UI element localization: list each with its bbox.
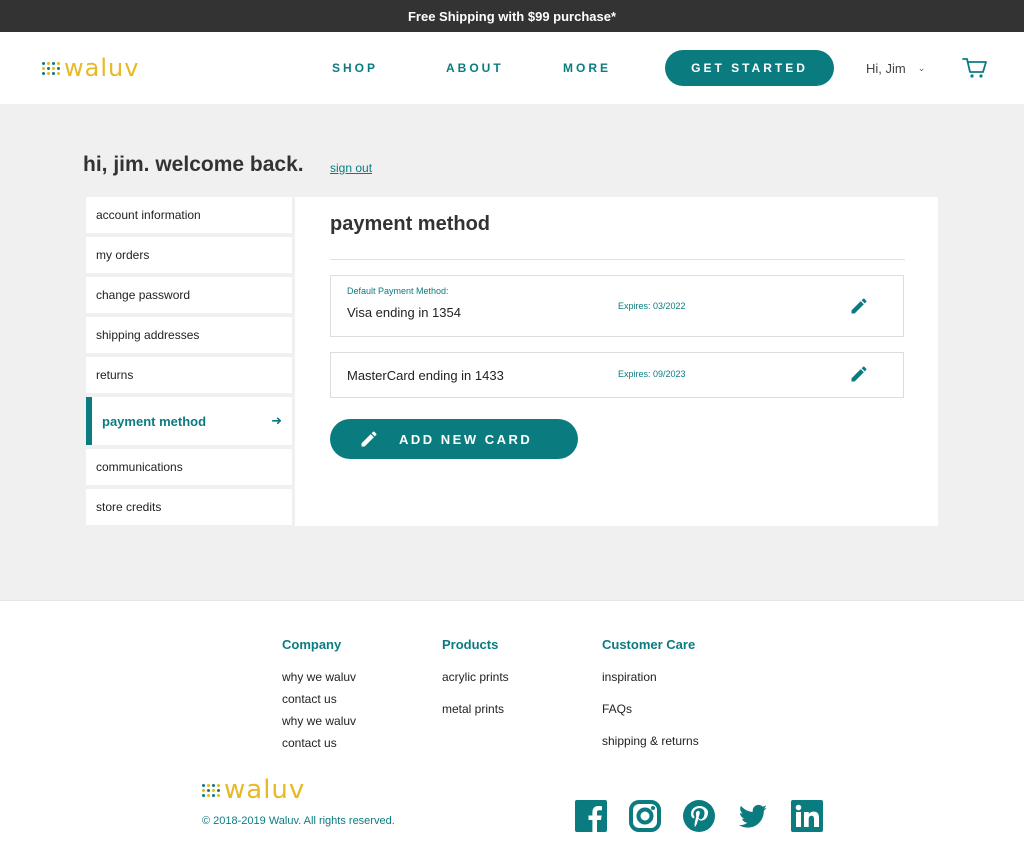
user-greeting: Hi, Jim [866, 61, 906, 76]
payment-panel: payment method Default Payment Method: V… [295, 197, 938, 526]
chevron-down-icon: ⌄ [917, 63, 926, 73]
sidebar-item-label: store credits [96, 500, 162, 514]
site-header: waluv SHOP ABOUT MORE GET STARTED Hi, Ji… [0, 32, 1024, 104]
nav-more[interactable]: MORE [563, 61, 611, 75]
linkedin-icon[interactable] [791, 800, 823, 832]
sidebar-item-label: payment method [102, 413, 207, 429]
sidebar-item-label: returns [96, 368, 134, 382]
pencil-icon[interactable] [849, 296, 869, 316]
sidebar-item-label: change password [96, 288, 191, 302]
card-row: MasterCard ending in 1433 Expires: 09/20… [330, 352, 904, 398]
footer-link[interactable]: contact us [282, 736, 356, 750]
twitter-icon[interactable] [737, 800, 769, 832]
pinterest-icon[interactable] [683, 800, 715, 832]
nav-shop[interactable]: SHOP [332, 61, 378, 75]
site-footer: Company why we waluv contact us why we w… [0, 600, 1024, 854]
footer-heading: Customer Care [602, 637, 696, 652]
copyright-text: © 2018-2019 Waluv. All rights reserved. [202, 815, 395, 827]
pencil-icon[interactable] [849, 364, 869, 384]
footer-link[interactable]: acrylic prints [442, 670, 509, 684]
footer-heading: Products [442, 637, 499, 652]
sidebar-item-account-information[interactable]: account information [86, 197, 292, 233]
cart-icon[interactable] [962, 57, 988, 79]
get-started-button[interactable]: GET STARTED [665, 50, 834, 86]
add-card-label: ADD NEW CARD [399, 431, 533, 447]
footer-column-products: Products acrylic prints metal prints [442, 637, 509, 716]
footer-link[interactable]: FAQs [602, 702, 699, 716]
card-expiry: Expires: 03/2022 [618, 301, 686, 311]
sidebar-item-label: communications [96, 460, 183, 474]
pencil-icon [361, 431, 377, 447]
footer-column-company: Company why we waluv contact us why we w… [282, 637, 356, 750]
logo-wordmark: waluv [224, 775, 306, 805]
card-name: Visa ending in 1354 [347, 305, 461, 320]
sidebar-item-shipping-addresses[interactable]: shipping addresses [86, 317, 292, 353]
sidebar-item-label: shipping addresses [96, 328, 200, 342]
user-menu[interactable]: Hi, Jim ⌄ [866, 61, 925, 76]
footer-link[interactable]: why we waluv [282, 670, 356, 684]
page-title: payment method [330, 213, 491, 235]
footer-heading: Company [282, 637, 342, 652]
promo-banner: Free Shipping with $99 purchase* [0, 0, 1024, 32]
sign-out-link[interactable]: sign out [330, 161, 372, 175]
logo-dots-icon [42, 61, 60, 75]
sidebar-item-communications[interactable]: communications [86, 449, 292, 485]
sidebar-item-returns[interactable]: returns [86, 357, 292, 393]
card-row-default: Default Payment Method: Visa ending in 1… [330, 275, 904, 337]
sidebar-item-payment-method[interactable]: payment method ➜ [86, 397, 292, 445]
arrow-right-icon: ➜ [271, 413, 282, 428]
divider [330, 259, 905, 260]
footer-column-customer-care: Customer Care inspiration FAQs shipping … [602, 637, 699, 748]
footer-link[interactable]: shipping & returns [602, 734, 699, 748]
waluv-logo[interactable]: waluv [42, 54, 139, 82]
sidebar-item-label: my orders [96, 248, 150, 262]
default-payment-label: Default Payment Method: [347, 286, 449, 296]
footer-link[interactable]: metal prints [442, 702, 509, 716]
logo-wordmark: waluv [64, 54, 140, 82]
nav-about[interactable]: ABOUT [446, 61, 504, 75]
footer-link[interactable]: inspiration [602, 670, 699, 684]
waluv-logo[interactable]: waluv [202, 775, 305, 805]
card-expiry: Expires: 09/2023 [618, 369, 686, 379]
footer-link[interactable]: why we waluv [282, 714, 356, 728]
instagram-icon[interactable] [629, 800, 661, 832]
sidebar-item-store-credits[interactable]: store credits [86, 489, 292, 525]
sidebar-item-my-orders[interactable]: my orders [86, 237, 292, 273]
sidebar-item-change-password[interactable]: change password [86, 277, 292, 313]
facebook-icon[interactable] [575, 800, 607, 832]
add-new-card-button[interactable]: ADD NEW CARD [330, 419, 578, 459]
sidebar-item-label: account information [96, 208, 201, 222]
welcome-heading: hi, jim. welcome back. [83, 153, 304, 176]
logo-dots-icon [202, 783, 220, 797]
promo-text: Free Shipping with $99 purchase* [407, 8, 617, 24]
footer-link[interactable]: contact us [282, 692, 356, 706]
card-name: MasterCard ending in 1433 [347, 368, 504, 383]
